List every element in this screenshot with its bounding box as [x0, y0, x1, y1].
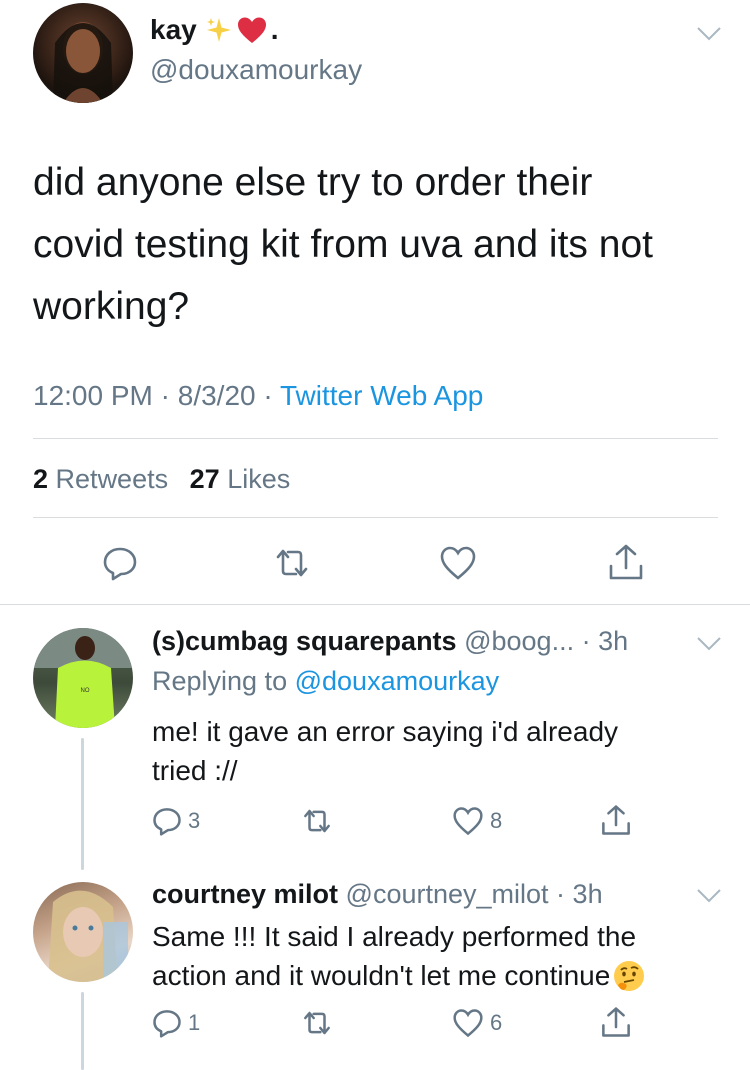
reply-text-line: Same !!! It said I already performed the	[152, 921, 637, 952]
share-icon	[602, 805, 630, 835]
reply-author-avatar[interactable]	[33, 882, 133, 982]
author-avatar[interactable]	[33, 3, 133, 103]
reply-author-handle[interactable]: @boog...	[464, 626, 574, 656]
reply-text-line-wrap: action and it wouldn't let me continue	[152, 956, 646, 995]
chevron-down-icon[interactable]	[696, 888, 722, 904]
replying-to-prefix: Replying to	[152, 666, 288, 696]
reply-text-line: tried ://	[152, 755, 238, 786]
tweet-meta: 12:00 PM · 8/3/20 · Twitter Web App	[33, 380, 484, 411]
replying-to: Replying to @douxamourkay	[152, 666, 499, 697]
tweet-source-link[interactable]: Twitter Web App	[280, 380, 483, 411]
engagement-stats: 2 Retweets 27 Likes	[33, 464, 290, 495]
like-icon	[453, 807, 483, 836]
sparkles-icon	[205, 16, 233, 44]
share-icon	[602, 1007, 630, 1037]
likes-count: 27	[189, 464, 220, 494]
reply-icon	[103, 547, 137, 581]
like-icon	[440, 546, 476, 580]
retweet-icon	[304, 1011, 330, 1035]
reply-author-avatar[interactable]: NO	[33, 628, 133, 728]
retweets-count: 2	[33, 464, 49, 494]
reply-age[interactable]: 3h	[573, 879, 603, 909]
tweet-text-line: did anyone else try to order their	[33, 161, 593, 204]
tweet-text-line: working?	[33, 285, 190, 328]
like-icon	[453, 1009, 483, 1038]
thread-line	[81, 992, 84, 1070]
reply-button[interactable]	[102, 545, 138, 581]
reply-text-line: action and it wouldn't let me continue	[152, 960, 611, 991]
retweet-button[interactable]	[300, 806, 334, 836]
chevron-down-icon[interactable]	[696, 26, 722, 42]
reply-author-name[interactable]: (s)cumbag squarepants	[152, 626, 457, 656]
like-button[interactable]: 6	[452, 1008, 502, 1038]
reply-author-name[interactable]: courtney milot	[152, 879, 338, 909]
like-count: 8	[490, 808, 503, 833]
retweet-button[interactable]	[272, 545, 312, 581]
share-button[interactable]	[607, 542, 645, 582]
author-handle[interactable]: @douxamourkay	[150, 54, 362, 86]
retweets-stat[interactable]: 2 Retweets	[33, 464, 168, 494]
thread-line	[81, 738, 84, 870]
like-count: 6	[490, 1010, 503, 1035]
reply-header: courtney milot @courtney_milot · 3h	[152, 879, 603, 909]
reply-header: (s)cumbag squarepants @boog... · 3h	[152, 626, 629, 656]
share-button[interactable]	[600, 1005, 632, 1039]
likes-stat[interactable]: 27 Likes	[190, 464, 291, 494]
share-button[interactable]	[600, 803, 632, 837]
retweet-icon	[276, 549, 308, 577]
reply-text-line: me! it gave an error saying i'd already	[152, 716, 619, 747]
divider	[33, 438, 718, 439]
tweet-date[interactable]: 8/3/20	[178, 380, 256, 411]
retweet-button[interactable]	[300, 1008, 334, 1038]
reply-count: 3	[188, 808, 201, 833]
like-button[interactable]	[439, 545, 477, 581]
reply-text: Same !!! It said I already performed the…	[152, 917, 646, 995]
retweets-label: Retweets	[55, 464, 169, 494]
tweet-text: did anyone else try to order their covid…	[33, 152, 653, 338]
author-display-name: kay	[150, 14, 197, 45]
like-button[interactable]: 8	[452, 806, 502, 836]
likes-label: Likes	[227, 464, 291, 494]
reply-age[interactable]: 3h	[598, 626, 628, 656]
tweet-text-line: covid testing kit from uva and its not	[33, 223, 653, 266]
tweet-time[interactable]: 12:00 PM	[33, 380, 153, 411]
thinking-emoji-icon	[612, 959, 646, 993]
share-icon	[609, 544, 643, 580]
divider	[33, 517, 718, 518]
retweet-icon	[304, 809, 330, 833]
heart-emoji-icon	[237, 16, 267, 44]
svg-text:NO: NO	[81, 688, 90, 694]
reply-icon	[153, 808, 181, 836]
author-name-row[interactable]: kay .	[150, 14, 279, 46]
reply-icon	[153, 1010, 181, 1038]
chevron-down-icon[interactable]	[696, 636, 722, 652]
reply-button[interactable]: 3	[152, 806, 200, 836]
reply-text: me! it gave an error saying i'd already …	[152, 712, 618, 790]
divider	[0, 604, 750, 605]
reply-button[interactable]: 1	[152, 1008, 200, 1038]
reply-author-handle[interactable]: @courtney_milot	[346, 879, 549, 909]
reply-count: 1	[188, 1010, 201, 1035]
replying-to-handle[interactable]: @douxamourkay	[295, 666, 500, 696]
author-name-suffix: .	[270, 14, 279, 45]
